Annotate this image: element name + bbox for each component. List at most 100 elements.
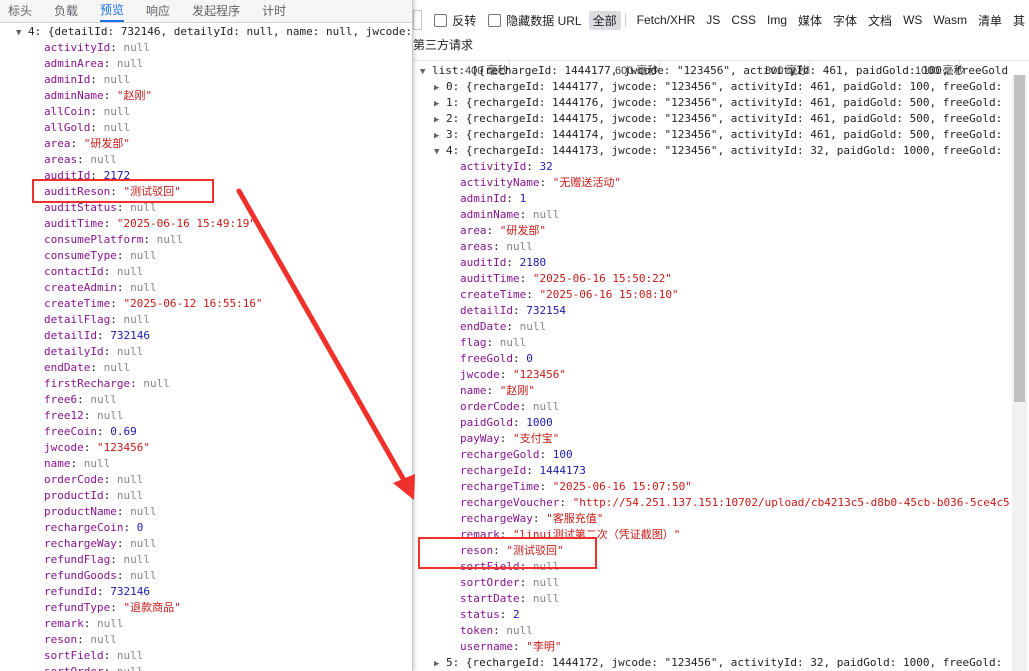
prop-colon: : bbox=[103, 217, 117, 230]
tab-1[interactable]: 负载 bbox=[54, 0, 78, 22]
tree-prop-row: createTime: "2025-06-12 16:55:16" bbox=[44, 296, 263, 312]
list-item-summary: 3: {rechargeId: 1444174, jwcode: "123456… bbox=[446, 128, 1009, 141]
list-header[interactable]: ▼ list: [{rechargeId: 1444177, jwcode: "1… bbox=[420, 63, 1010, 79]
type-filter-3[interactable]: CSS bbox=[727, 12, 760, 28]
prop-key: sortField bbox=[44, 649, 104, 662]
list-item-expanded[interactable]: ▼ 4: {rechargeId: 1444173, jwcode: "12345… bbox=[434, 143, 1009, 159]
type-filter-10[interactable]: 清单 bbox=[974, 11, 1006, 30]
invert-checkbox[interactable]: 反转 bbox=[434, 12, 476, 29]
tree-prop-row: activityName: "无赠送活动" bbox=[460, 175, 621, 191]
prop-key: flag bbox=[460, 336, 487, 349]
tree-prop-row: token: null bbox=[460, 623, 533, 639]
prop-value: 0 bbox=[526, 352, 533, 365]
prop-key: paidGold bbox=[460, 416, 513, 429]
prop-key: allGold bbox=[44, 121, 91, 134]
prop-colon: : bbox=[526, 288, 540, 301]
list-item-collapsed[interactable]: ▶ 0: {rechargeId: 1444177, jwcode: "12345… bbox=[434, 79, 1009, 95]
prop-key: name bbox=[460, 384, 487, 397]
tree-prop-row: rechargeWay: "客服充值" bbox=[460, 511, 603, 527]
collapsed-triangle-icon[interactable]: ▶ bbox=[434, 656, 446, 671]
prop-key: sortOrder bbox=[44, 665, 104, 671]
prop-key: createAdmin bbox=[44, 281, 117, 294]
prop-colon: : bbox=[116, 281, 131, 294]
prop-colon: : bbox=[116, 249, 131, 262]
response-preview-tree: ▼ list: [{rechargeId: 1444177, jwcode: "1… bbox=[420, 63, 1010, 671]
tab-3[interactable]: 响应 bbox=[146, 0, 170, 22]
prop-key: refundType bbox=[44, 601, 111, 614]
tab-0[interactable]: 标头 bbox=[8, 0, 32, 22]
tree-prop-row: refundGoods: null bbox=[44, 568, 157, 584]
collapsed-triangle-icon[interactable]: ▶ bbox=[434, 128, 446, 144]
list-item-collapsed[interactable]: ▶ 3: {rechargeId: 1444174, jwcode: "12345… bbox=[434, 127, 1009, 143]
collapsed-triangle-icon[interactable]: ▶ bbox=[434, 80, 446, 96]
type-filter-11[interactable]: 其 bbox=[1009, 11, 1029, 30]
prop-key: rechargeCoin bbox=[44, 521, 124, 534]
third-party-requests-label[interactable]: 第三方请求 bbox=[413, 36, 473, 53]
type-filter-6[interactable]: 字体 bbox=[829, 11, 861, 30]
hide-data-url-checkbox-box[interactable] bbox=[488, 13, 502, 27]
prop-value: 0.69 bbox=[110, 425, 137, 438]
type-filter-5[interactable]: 媒体 bbox=[794, 11, 826, 30]
tree-prop-row: freeCoin: 0.69 bbox=[44, 424, 137, 440]
type-filter-4[interactable]: Img bbox=[763, 12, 791, 28]
expand-triangle-icon[interactable]: ▼ bbox=[434, 144, 446, 160]
tree-prop-row: flag: null bbox=[460, 335, 526, 351]
prop-colon: : bbox=[143, 233, 157, 246]
type-filter-9[interactable]: Wasm bbox=[929, 12, 971, 28]
collapsed-triangle-icon[interactable]: ▶ bbox=[434, 96, 446, 112]
prop-colon: : bbox=[539, 176, 553, 189]
prop-value: null bbox=[123, 41, 150, 54]
tree-prop-row: allCoin: null bbox=[44, 104, 130, 120]
tab-5[interactable]: 计时 bbox=[262, 0, 286, 22]
expand-triangle-icon[interactable]: ▼ bbox=[420, 64, 432, 80]
prop-key: rechargeVoucher bbox=[460, 496, 560, 509]
prop-key: createTime bbox=[460, 288, 527, 301]
type-filter-8[interactable]: WS bbox=[899, 12, 926, 28]
invert-checkbox-box[interactable] bbox=[434, 13, 448, 27]
prop-key: freeGold bbox=[460, 352, 513, 365]
prop-colon: : bbox=[110, 297, 124, 310]
prop-key: createTime bbox=[44, 297, 111, 310]
prop-colon: : bbox=[110, 313, 124, 326]
prop-value: null bbox=[116, 265, 144, 278]
tree-node-header[interactable]: ▼ 4: {detailId: 732146, detailyId: null, … bbox=[16, 24, 412, 41]
prop-colon: : bbox=[506, 192, 520, 205]
prop-key: startDate bbox=[460, 592, 520, 605]
list-item-summary: 2: {rechargeId: 1444175, jwcode: "123456… bbox=[446, 112, 1009, 125]
list-item-collapsed[interactable]: ▶ 5: {rechargeId: 1444172, jwcode: "12345… bbox=[434, 655, 1009, 671]
tree-prop-row: paidGold: 1000 bbox=[460, 415, 553, 431]
tree-prop-row: startDate: null bbox=[460, 591, 559, 607]
prop-value: null bbox=[117, 665, 144, 671]
tree-prop-row: jwcode: "123456" bbox=[44, 440, 150, 456]
tree-prop-row: freeGold: 0 bbox=[460, 351, 533, 367]
prop-colon: : bbox=[70, 457, 84, 470]
type-filter-0[interactable]: 全部 bbox=[588, 10, 621, 30]
tree-prop-row: activityId: 32 bbox=[460, 159, 553, 175]
tree-prop-row: sortField: null bbox=[44, 648, 143, 664]
prop-colon: : bbox=[103, 473, 117, 486]
tree-prop-row: detailyId: null bbox=[44, 344, 143, 360]
scrollbar-thumb[interactable] bbox=[1014, 75, 1025, 402]
prop-value: null bbox=[506, 240, 533, 253]
type-filter-7[interactable]: 文档 bbox=[864, 11, 896, 30]
prop-key: detailFlag bbox=[44, 313, 111, 326]
collapsed-triangle-icon[interactable]: ▶ bbox=[434, 112, 446, 128]
tree-prop-row: contactId: null bbox=[44, 264, 143, 280]
tree-prop-row: firstRecharge: null bbox=[44, 376, 170, 392]
hide-data-url-checkbox[interactable]: 隐藏数据 URL bbox=[488, 12, 582, 29]
tab-4[interactable]: 发起程序 bbox=[192, 0, 240, 22]
type-filter-2[interactable]: JS bbox=[702, 12, 724, 28]
prop-key: orderCode bbox=[44, 473, 104, 486]
expand-triangle-icon[interactable]: ▼ bbox=[16, 25, 28, 41]
prop-key: status bbox=[460, 608, 500, 621]
tab-2[interactable]: 预览 bbox=[100, 0, 125, 22]
filter-input[interactable] bbox=[413, 10, 423, 30]
prop-value: null bbox=[143, 377, 170, 390]
prop-value: null bbox=[116, 489, 144, 502]
prop-colon: : bbox=[519, 576, 533, 589]
prop-colon: : bbox=[96, 425, 111, 438]
list-item-collapsed[interactable]: ▶ 2: {rechargeId: 1444175, jwcode: "12345… bbox=[434, 111, 1009, 127]
list-item-collapsed[interactable]: ▶ 1: {rechargeId: 1444176, jwcode: "12345… bbox=[434, 95, 1009, 111]
type-filter-1[interactable]: Fetch/XHR bbox=[633, 12, 700, 28]
prop-key: rechargeWay bbox=[44, 537, 117, 550]
